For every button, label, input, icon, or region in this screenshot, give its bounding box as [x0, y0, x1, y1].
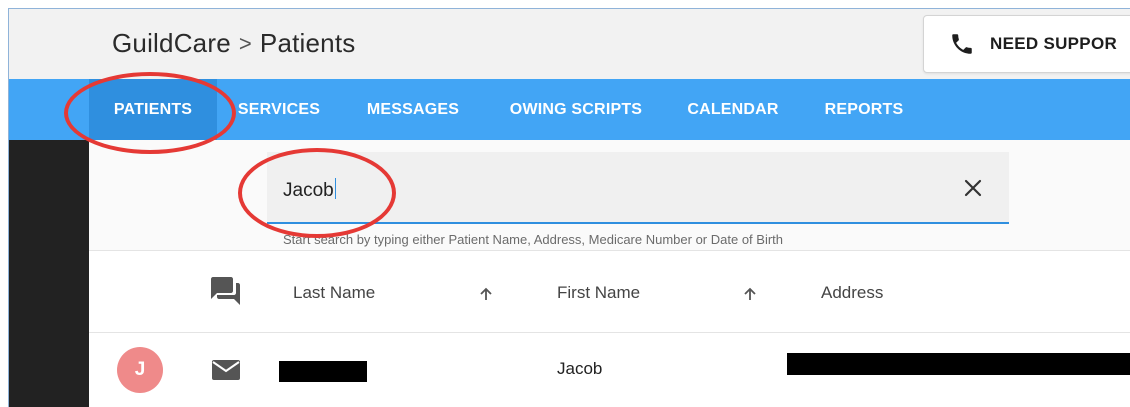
tab-patients[interactable]: PATIENTS: [89, 79, 217, 140]
column-address[interactable]: Address: [821, 283, 883, 303]
tab-owing-scripts[interactable]: OWING SCRIPTS: [501, 79, 651, 140]
left-sidebar: [9, 140, 89, 407]
close-icon[interactable]: [961, 176, 985, 200]
search-hint: Start search by typing either Patient Na…: [283, 232, 784, 247]
chat-icon: [207, 273, 243, 309]
breadcrumb-root[interactable]: GuildCare: [112, 28, 231, 59]
patient-search-input[interactable]: Jacob: [267, 152, 1009, 224]
column-first-name[interactable]: First Name: [557, 283, 640, 303]
tab-services[interactable]: SERVICES: [229, 79, 329, 140]
breadcrumb-current: Patients: [259, 28, 356, 58]
breadcrumb: GuildCare > Patients: [112, 28, 355, 59]
avatar: J: [117, 347, 163, 393]
table-header: Last Name First Name Address: [89, 251, 1130, 333]
column-last-name[interactable]: Last Name: [293, 283, 375, 303]
tab-messages[interactable]: MESSAGES: [359, 79, 467, 140]
search-input-value: Jacob: [283, 178, 336, 201]
top-header: GuildCare > Patients NEED SUPPOR: [9, 9, 1130, 79]
table-row[interactable]: J Jacob: [89, 333, 1130, 407]
cell-first-name: Jacob: [557, 359, 603, 378]
need-support-label: NEED SUPPOR: [990, 34, 1118, 53]
tab-reports[interactable]: REPORTS: [817, 79, 911, 140]
redacted-address: [787, 353, 1130, 375]
need-support-button[interactable]: NEED SUPPOR: [923, 15, 1130, 73]
search-section: Jacob Start search by typing either Pati…: [89, 140, 1130, 251]
arrow-up-icon[interactable]: [477, 285, 495, 303]
tab-calendar[interactable]: CALENDAR: [681, 79, 785, 140]
patients-content: Jacob Start search by typing either Pati…: [89, 140, 1130, 407]
arrow-up-icon[interactable]: [741, 285, 759, 303]
app-window: GuildCare > Patients NEED SUPPOR PATIENT…: [8, 8, 1130, 407]
text-caret: [334, 178, 336, 199]
redacted-last-name: [279, 361, 367, 382]
phone-icon: [948, 30, 976, 58]
breadcrumb-separator: >: [238, 30, 252, 56]
mail-icon[interactable]: [208, 355, 244, 385]
main-nav: PATIENTS SERVICES MESSAGES OWING SCRIPTS…: [9, 79, 1130, 140]
